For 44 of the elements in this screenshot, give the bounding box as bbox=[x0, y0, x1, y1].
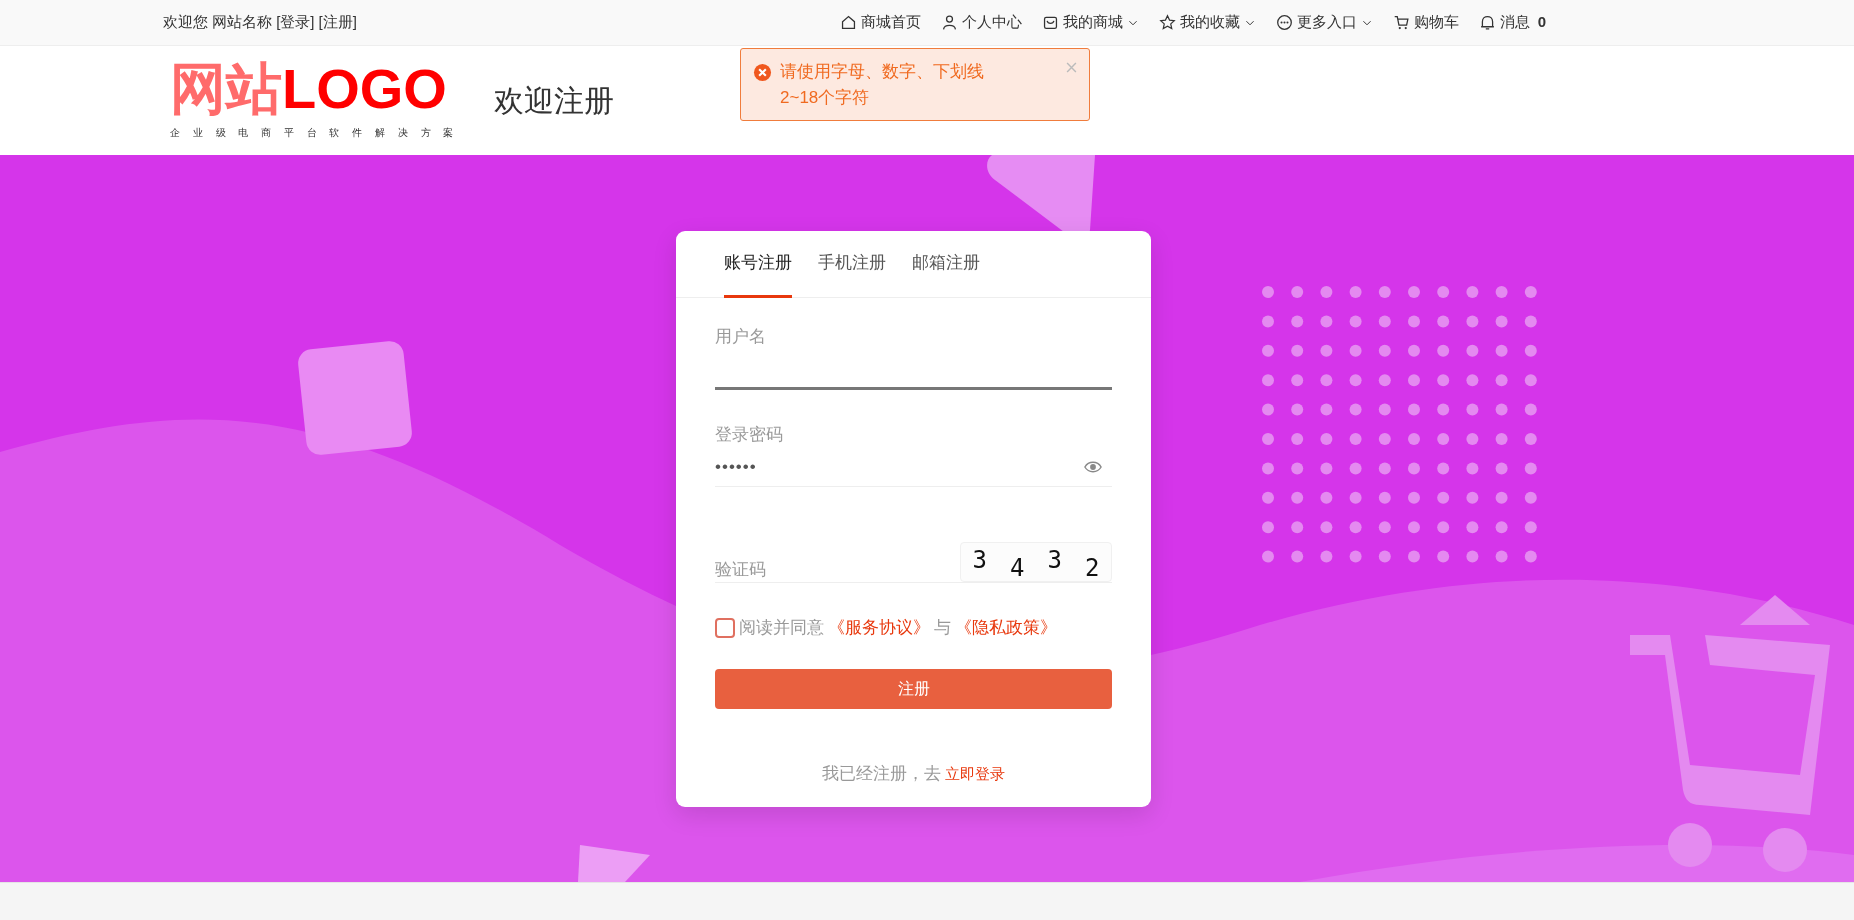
nav-link[interactable]: 我的商城 bbox=[1041, 11, 1139, 34]
field-label: 登录密码 bbox=[715, 423, 784, 446]
captcha-image[interactable]: 3 4 3 2 bbox=[960, 541, 1112, 582]
captcha-character: 4 bbox=[1010, 552, 1025, 584]
captcha-character: 3 bbox=[1047, 544, 1062, 576]
nav-link[interactable]: 购物车 bbox=[1392, 11, 1459, 34]
star-icon bbox=[1158, 14, 1176, 31]
nav-link[interactable]: 商城首页 bbox=[839, 11, 921, 34]
logo-slogan: 企 业 级 电 商 平 台 软 件 解 决 方 案 bbox=[170, 126, 459, 140]
captcha-character: 2 bbox=[1085, 552, 1100, 584]
connector-text: 与 bbox=[934, 617, 951, 639]
bell-icon bbox=[1478, 14, 1496, 31]
login-link[interactable]: 立即登录 bbox=[945, 762, 1005, 785]
logo-text: LOGO bbox=[282, 61, 447, 117]
field-label: 验证码 bbox=[715, 558, 766, 581]
error-icon bbox=[753, 63, 772, 82]
person-icon bbox=[940, 14, 958, 31]
more-icon bbox=[1275, 14, 1293, 31]
checkbox[interactable] bbox=[715, 617, 735, 638]
house-icon bbox=[839, 14, 857, 31]
shop-icon bbox=[1041, 14, 1059, 31]
register-link[interactable]: [注册] bbox=[318, 11, 357, 34]
captcha-character: 3 bbox=[972, 544, 987, 576]
tab[interactable]: 手机注册 bbox=[818, 231, 886, 298]
nav-link[interactable]: 更多入口 bbox=[1275, 11, 1373, 34]
greeting-text: 欢迎您 网站名称 bbox=[163, 12, 273, 33]
nav-link[interactable]: 个人中心 bbox=[940, 11, 1022, 34]
tab[interactable]: 账号注册 bbox=[724, 231, 792, 298]
agreement-text: 阅读并同意 bbox=[739, 617, 824, 639]
cart-icon bbox=[1392, 14, 1410, 31]
password-field[interactable]: •••••• bbox=[715, 447, 1112, 487]
page-title: 欢迎注册 bbox=[494, 83, 615, 119]
nav-link[interactable]: 消息 0 bbox=[1478, 11, 1547, 34]
service-agreement-link[interactable]: 《服务协议》 bbox=[828, 615, 930, 641]
login-link[interactable]: [登录] bbox=[276, 11, 315, 34]
triangle-shape bbox=[578, 845, 650, 882]
tab[interactable]: 邮箱注册 bbox=[912, 231, 980, 298]
logo-chinese-text: 网站 bbox=[170, 61, 282, 117]
field-label: 用户名 bbox=[715, 326, 767, 348]
nav-link[interactable]: 我的收藏 bbox=[1158, 11, 1256, 34]
login-prompt-text: 我已经注册，去 bbox=[822, 762, 941, 785]
toast-message: 请使用字母、数字、下划线2~18个字符 bbox=[780, 61, 985, 109]
captcha-field[interactable]: 验证码 3 4 3 2 bbox=[715, 543, 1112, 583]
privacy-policy-link[interactable]: 《隐私政策》 bbox=[955, 615, 1057, 641]
